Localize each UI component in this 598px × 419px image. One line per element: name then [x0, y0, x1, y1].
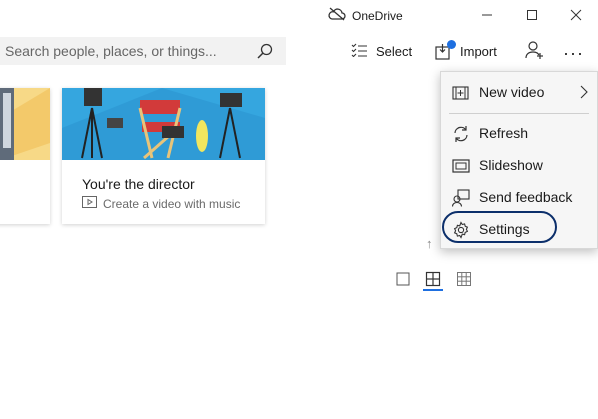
slideshow-icon	[452, 157, 470, 175]
select-button[interactable]: Select	[351, 40, 412, 62]
menu-item-slideshow[interactable]: Slideshow	[441, 150, 597, 180]
menu-item-refresh[interactable]: Refresh	[441, 118, 597, 148]
add-person-icon	[525, 41, 545, 64]
card-subtitle-text: Create a video with music	[103, 196, 241, 211]
director-card[interactable]: You're the director Create a video with …	[62, 88, 265, 224]
menu-item-send-feedback[interactable]: Send feedback	[441, 182, 597, 212]
search-input[interactable]: Search people, places, or things...	[5, 43, 217, 59]
menu-item-new-video[interactable]: New video	[441, 77, 597, 107]
menu-item-label: Slideshow	[479, 157, 543, 173]
checklist-icon	[351, 43, 368, 60]
sort-arrow-icon[interactable]: ↑	[426, 236, 433, 251]
card-subtitle: Create a video with music	[82, 196, 240, 211]
import-button[interactable]: Import	[435, 39, 497, 62]
maximize-button[interactable]	[509, 0, 555, 30]
menu-item-label: New video	[479, 84, 545, 100]
minimize-button[interactable]	[464, 0, 510, 30]
close-button[interactable]	[553, 0, 598, 30]
feedback-icon	[451, 189, 470, 207]
onedrive-status[interactable]: OneDrive	[328, 7, 403, 24]
search-icon[interactable]	[256, 42, 274, 65]
onedrive-label: OneDrive	[352, 8, 403, 23]
search-box[interactable]: Search people, places, or things...	[0, 37, 286, 65]
video-icon	[82, 196, 97, 211]
add-person-button[interactable]	[525, 40, 545, 65]
menu-item-label: Send feedback	[479, 189, 573, 205]
new-video-icon	[452, 84, 470, 102]
select-label: Select	[376, 43, 413, 59]
title-bar: OneDrive	[0, 0, 598, 30]
director-illustration	[62, 88, 265, 160]
partial-card[interactable]	[0, 88, 50, 224]
more-options-button[interactable]: ···	[563, 43, 584, 64]
chevron-right-icon	[579, 85, 589, 102]
cloud-offline-icon	[328, 7, 346, 24]
active-view-indicator	[423, 289, 443, 291]
settings-highlight-ring	[442, 211, 557, 243]
notification-dot	[447, 39, 456, 49]
ellipsis-icon: ···	[563, 43, 584, 63]
import-icon	[435, 39, 456, 60]
menu-item-label: Refresh	[479, 125, 529, 141]
card-title: You're the director	[82, 176, 195, 192]
single-view-icon[interactable]	[395, 271, 411, 287]
small-grid-icon[interactable]	[456, 271, 472, 287]
card-illustration	[0, 88, 50, 160]
medium-grid-icon[interactable]	[425, 271, 441, 287]
import-label: Import	[460, 43, 497, 59]
refresh-icon	[452, 125, 470, 143]
menu-separator	[449, 113, 589, 114]
